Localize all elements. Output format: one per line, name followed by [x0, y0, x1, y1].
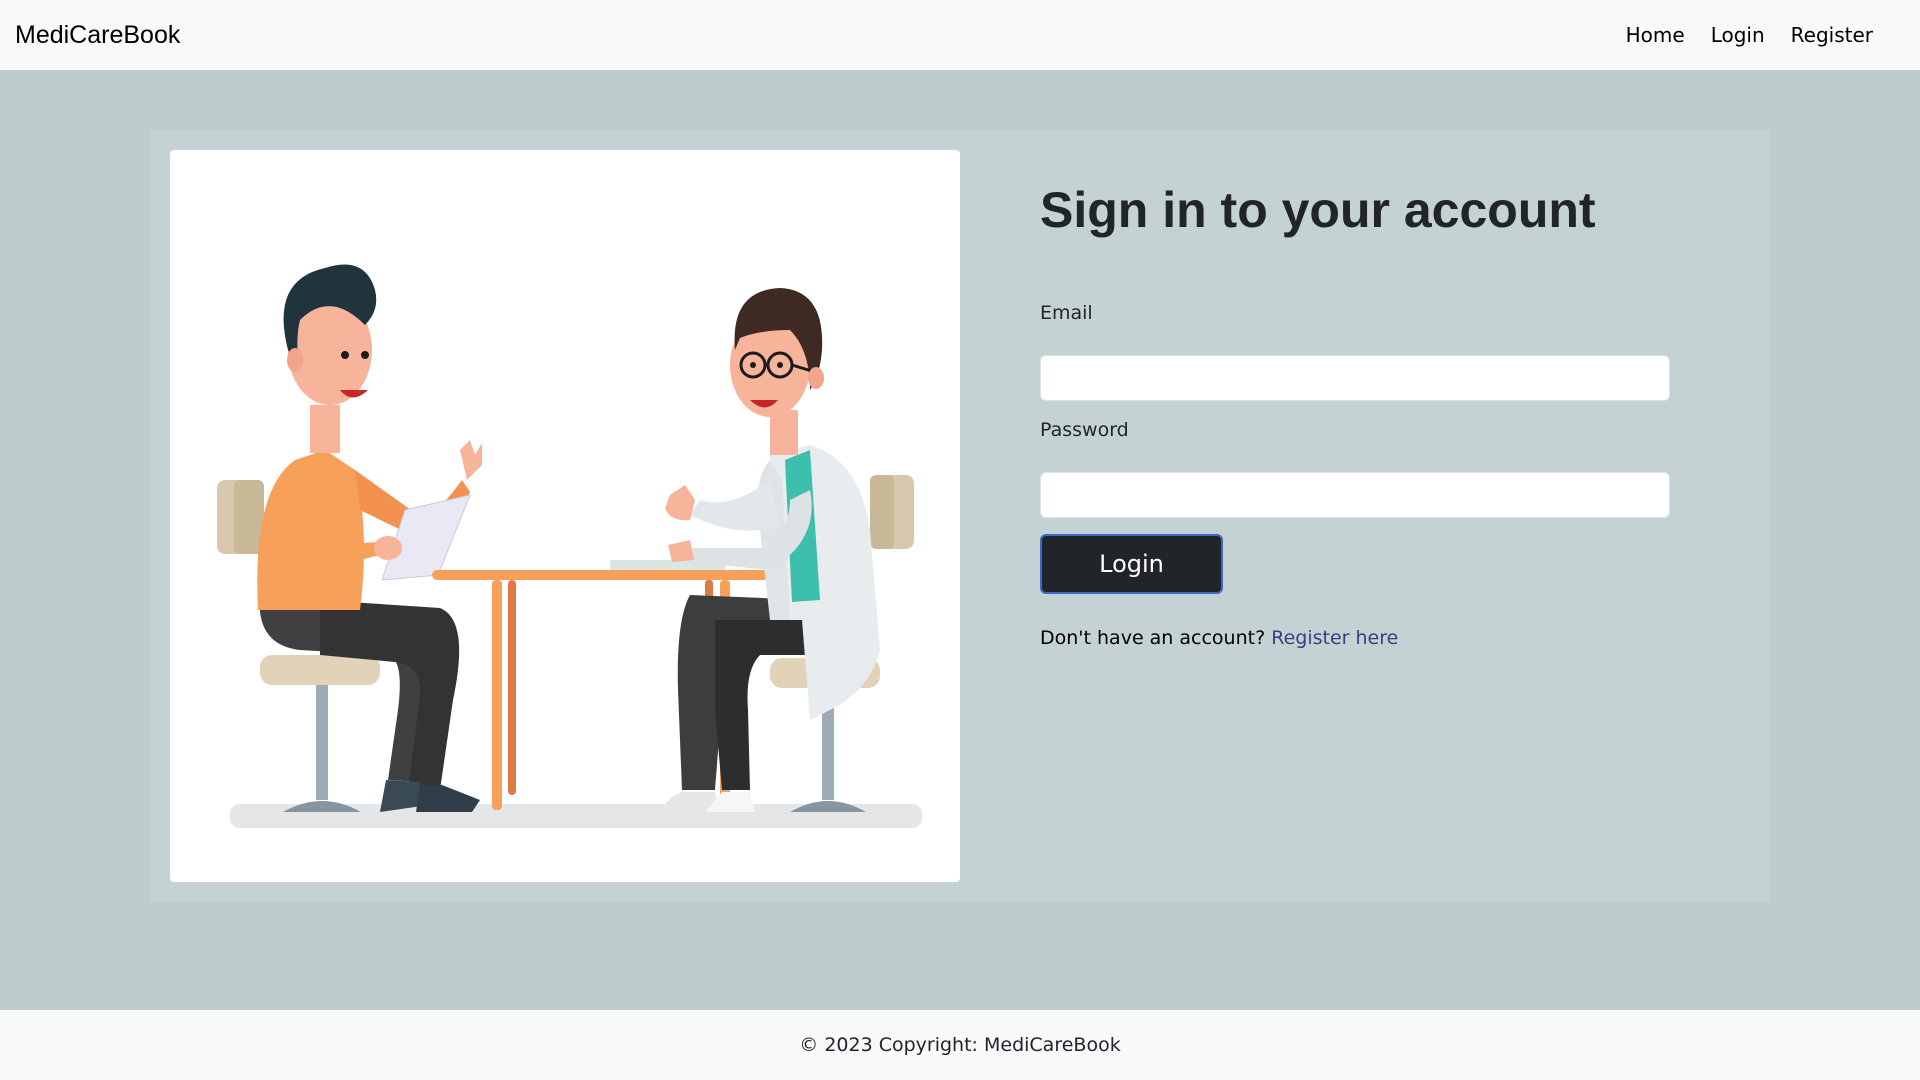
consultation-illustration-icon	[217, 264, 922, 828]
navbar: MediCareBook Home Login Register	[0, 0, 1920, 70]
password-label: Password	[1040, 419, 1129, 441]
login-card: Sign in to your account Email Password L…	[150, 130, 1770, 902]
nav-link-login[interactable]: Login	[1711, 23, 1765, 47]
copyright-text: © 2023 Copyright: MediCareBook	[799, 1034, 1121, 1056]
doctor-patient-illustration	[170, 150, 960, 882]
brand-link[interactable]: MediCareBook	[15, 21, 180, 50]
nav-links: Home Login Register	[1626, 23, 1873, 47]
register-prompt: Don't have an account? Register here	[1040, 627, 1398, 649]
nav-link-home[interactable]: Home	[1626, 23, 1685, 47]
email-field[interactable]	[1040, 355, 1670, 401]
register-prompt-text: Don't have an account?	[1040, 627, 1272, 649]
login-form: Sign in to your account Email Password L…	[1040, 180, 1670, 649]
login-button[interactable]: Login	[1040, 534, 1223, 594]
password-field[interactable]	[1040, 472, 1670, 518]
email-label: Email	[1040, 302, 1093, 324]
page-title: Sign in to your account	[1040, 182, 1596, 238]
register-link[interactable]: Register here	[1271, 627, 1398, 649]
nav-link-register[interactable]: Register	[1791, 23, 1873, 47]
footer: © 2023 Copyright: MediCareBook	[0, 1010, 1920, 1080]
